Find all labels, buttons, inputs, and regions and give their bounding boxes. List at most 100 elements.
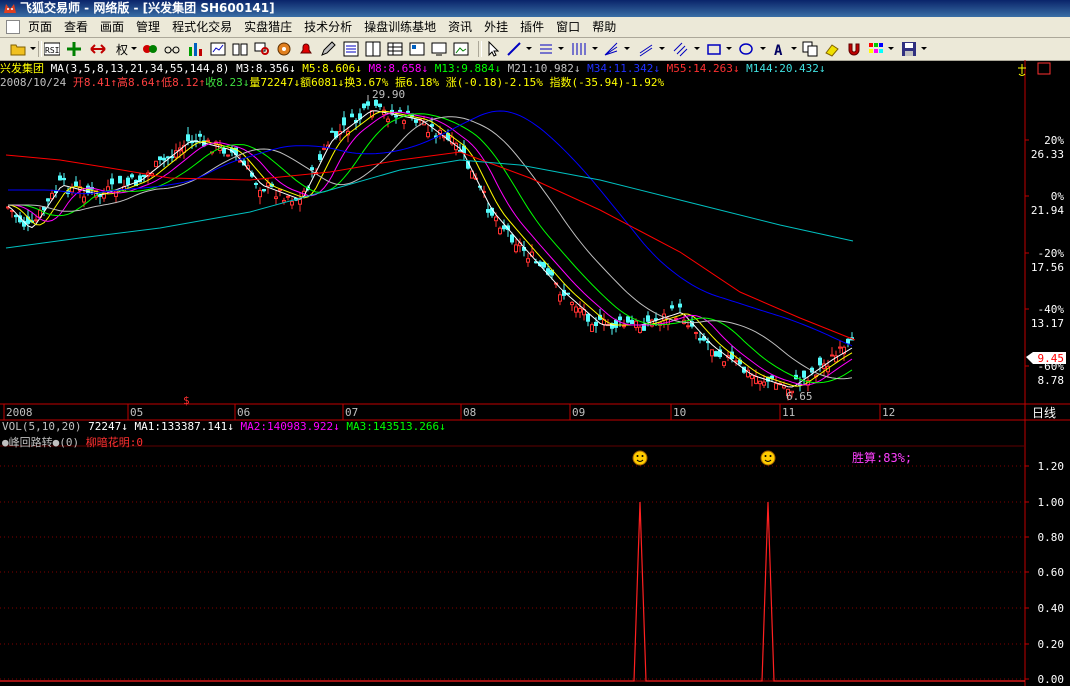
candle-body <box>258 189 262 198</box>
candle-body <box>162 157 166 161</box>
candle-body <box>754 376 758 384</box>
candle-body <box>578 308 582 313</box>
candle-body <box>222 148 226 154</box>
candle-body <box>186 134 190 142</box>
price-axis-label: 13.17 <box>1031 317 1064 330</box>
candle-body <box>486 209 490 213</box>
vol-ma3: MA3:143513.266↓ <box>346 420 446 433</box>
vol-ma2: MA2:140983.922↓ <box>240 420 340 433</box>
smiley-eye <box>764 455 767 457</box>
candle-body <box>762 381 766 386</box>
time-axis-label: 05 <box>130 406 143 419</box>
candle-body <box>590 324 594 332</box>
candle-body <box>678 303 682 308</box>
candle-body <box>498 227 502 235</box>
candle-body <box>374 99 378 106</box>
smiley-signal-icon <box>760 450 776 466</box>
candle-body <box>14 214 18 218</box>
candle-body <box>118 175 122 184</box>
candle-body <box>274 196 278 200</box>
candle-body <box>430 124 434 127</box>
candle-body <box>694 331 698 334</box>
candle-body <box>42 206 46 211</box>
indicator-axis-label: 1.00 <box>1038 496 1065 509</box>
candle-body <box>126 177 130 185</box>
candle-body <box>750 374 754 379</box>
indicator-name[interactable]: 峰回路转 <box>9 436 53 449</box>
candle-body <box>198 133 202 137</box>
candle-body <box>638 326 642 333</box>
candle-body <box>362 103 366 109</box>
candle-body <box>154 160 158 168</box>
indicator-axis-label: 0.80 <box>1038 531 1065 544</box>
time-axis-label: 10 <box>673 406 686 419</box>
time-axis-label: 08 <box>463 406 476 419</box>
ma13-line <box>8 113 853 384</box>
candle-body <box>770 375 774 379</box>
ma3-line <box>7 110 853 388</box>
candle-body <box>310 167 314 171</box>
price-axis-label: 8.78 <box>1038 374 1065 387</box>
candle-body <box>646 315 650 322</box>
candle-body <box>710 349 714 357</box>
candle-body <box>570 301 574 306</box>
indicator-dot-icon: ● <box>2 436 9 449</box>
candle-body <box>714 351 718 357</box>
vol-value: 72247↓ <box>88 420 128 433</box>
candle-body <box>514 244 518 253</box>
candle-body <box>46 198 50 202</box>
candle-body <box>402 120 406 124</box>
ma5-line <box>7 110 853 387</box>
indicator-name2: 柳暗花明:0 <box>85 436 143 449</box>
candle-body <box>758 380 762 385</box>
candle-body <box>142 174 146 177</box>
price-axis-label: 21.94 <box>1031 204 1064 217</box>
candle-body <box>722 361 726 366</box>
volume-info-line: VOL(5,10,20) 72247↓ MA1:133387.141↓ MA2:… <box>2 420 446 433</box>
candle-body <box>286 195 290 198</box>
candle-body <box>630 319 634 325</box>
candle-body <box>130 174 134 178</box>
candle-body <box>574 306 578 313</box>
ma144-line <box>5 159 854 249</box>
smiley-eye <box>636 455 639 457</box>
candle-body <box>254 182 258 185</box>
indicator-axis-label: 0.40 <box>1038 602 1065 615</box>
smiley-eye <box>769 455 772 457</box>
candle-body <box>318 154 322 160</box>
last-price-label: 9.45 <box>1038 352 1065 365</box>
candle-body <box>426 132 430 138</box>
indicator-axis-label: 1.20 <box>1038 460 1065 473</box>
smiley-face <box>632 450 648 466</box>
price-axis-label: 26.33 <box>1031 148 1064 161</box>
candle-body <box>394 115 398 118</box>
period-label: 日线 <box>1032 406 1056 420</box>
time-axis-label: 06 <box>237 406 250 419</box>
win-rate: 胜算:83%; <box>852 451 913 465</box>
candles-group <box>6 97 854 401</box>
candle-body <box>830 354 834 357</box>
candle-body <box>626 316 630 323</box>
kline-chart[interactable]: 20%26.330%21.94-20%17.56-40%13.17-60%8.7… <box>0 0 1070 686</box>
candle-body <box>542 261 546 268</box>
candle-body <box>774 383 778 390</box>
candle-body <box>414 119 418 123</box>
s-signal-marker: $ <box>183 394 190 407</box>
candle-body <box>802 370 806 378</box>
candle-body <box>290 201 294 206</box>
price-axis-label: -20% <box>1038 247 1065 260</box>
candle-body <box>846 338 850 344</box>
vol-ma1: MA1:133387.141↓ <box>134 420 234 433</box>
candle-body <box>502 225 506 230</box>
candle-body <box>818 357 822 366</box>
window-restore-icon <box>1037 62 1051 75</box>
candle-body <box>226 154 230 157</box>
time-axis-label: 09 <box>572 406 585 419</box>
candle-body <box>634 320 638 328</box>
candle-body <box>406 110 410 113</box>
candle-body <box>110 178 114 185</box>
candle-body <box>526 258 530 263</box>
indicator-line <box>0 501 1025 682</box>
candle-body <box>494 216 498 222</box>
candle-body <box>34 219 38 222</box>
